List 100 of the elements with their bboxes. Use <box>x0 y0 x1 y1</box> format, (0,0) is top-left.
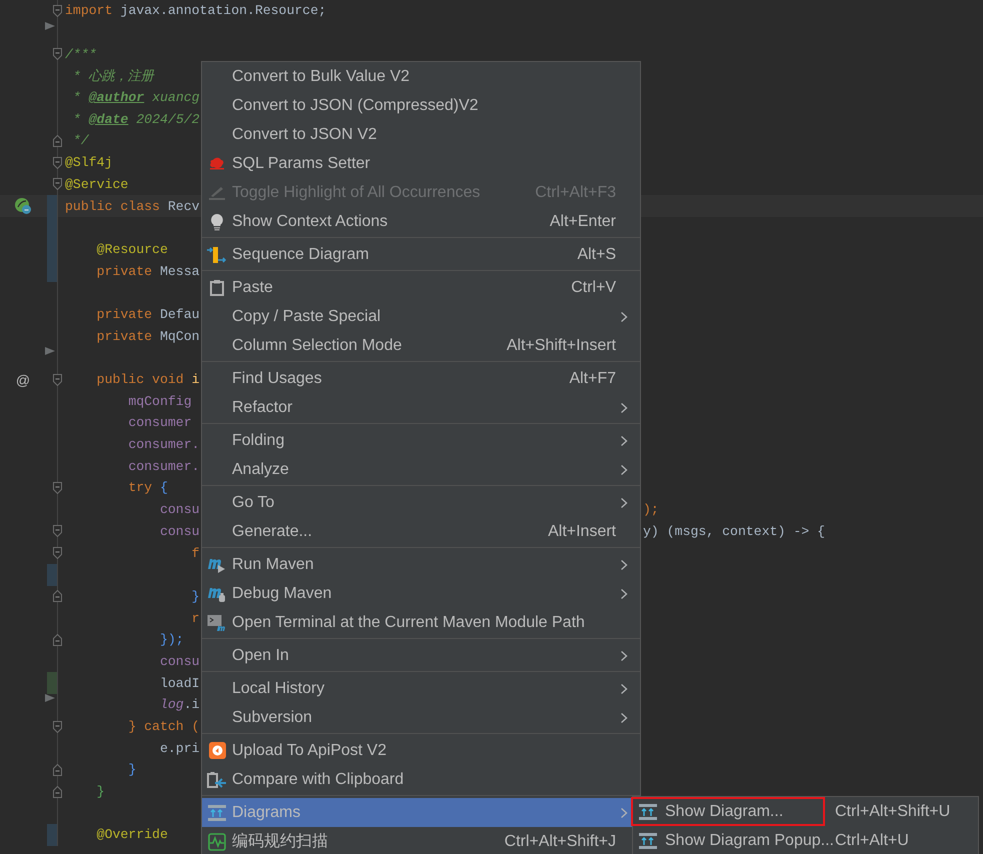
menu-item[interactable]: Upload To ApiPost V2 <box>202 736 640 765</box>
menu-item[interactable]: Debug Maven <box>202 579 640 608</box>
fold-icon[interactable] <box>53 4 62 17</box>
menu-item[interactable]: Convert to Bulk Value V2 <box>202 62 640 91</box>
triangle-icon[interactable] <box>45 692 55 703</box>
change-marker[interactable] <box>47 564 57 586</box>
change-marker[interactable] <box>47 195 57 217</box>
code-token: } catch ( <box>128 719 200 734</box>
code-token: private <box>96 264 154 279</box>
menu-item-label: Convert to JSON (Compressed)V2 <box>232 96 480 114</box>
menu-item[interactable]: Sequence Diagram Alt+S <box>202 240 640 269</box>
shortcut-label: Alt+S <box>577 246 616 264</box>
fold-icon[interactable] <box>53 525 62 538</box>
code-token: .i <box>184 697 200 712</box>
code-token: consumer. <box>128 437 200 452</box>
bean-icon[interactable] <box>14 197 32 216</box>
menu-item-label: Subversion <box>232 708 314 726</box>
menu-item-label: Generate... <box>232 522 314 540</box>
menu-item-label: Compare with Clipboard <box>232 770 405 788</box>
triangle-icon[interactable] <box>45 346 55 356</box>
code-token: * 心跳，注册 <box>72 68 154 85</box>
fold-icon[interactable] <box>53 547 62 560</box>
fold-icon[interactable] <box>53 590 62 602</box>
shortcut-label: Ctrl+V <box>571 278 616 296</box>
menu-item-label: Copy / Paste Special <box>232 308 382 326</box>
shortcut-label: Alt+F7 <box>569 370 616 388</box>
fold-icon[interactable] <box>53 634 62 646</box>
triangle-icon[interactable] <box>45 20 55 31</box>
menu-item[interactable]: Analyze <box>202 455 640 484</box>
code-token: try <box>128 480 154 496</box>
code-token: @author <box>88 90 144 106</box>
fold-icon[interactable] <box>53 48 62 60</box>
menu-item[interactable]: Convert to JSON (Compressed)V2 <box>202 91 640 120</box>
code-token: { <box>160 480 168 496</box>
menu-item-label: SQL Params Setter <box>232 154 372 172</box>
code-token: @date <box>88 112 128 127</box>
code-token: ); <box>643 502 659 518</box>
menu-item[interactable]: Open In <box>202 641 640 670</box>
fold-icon[interactable] <box>53 764 62 776</box>
menu-item-label: Run Maven <box>232 556 315 574</box>
shortcut-label: Ctrl+Alt+Shift+J <box>504 832 616 850</box>
code-token: Messa <box>160 264 200 279</box>
code-token: @Resource <box>96 242 168 257</box>
menu-item[interactable]: Refactor <box>202 393 640 422</box>
menu-item-label: Go To <box>232 494 276 512</box>
code-token: private <box>96 328 154 344</box>
code-token: * <box>72 90 82 106</box>
code-token: e.pri <box>160 740 200 756</box>
menu-item[interactable]: Run Maven <box>202 550 640 579</box>
menu-item-label: Upload To ApiPost V2 <box>232 742 388 760</box>
menu-item[interactable]: Find Usages Alt+F7 <box>202 364 640 393</box>
fold-icon[interactable] <box>53 156 62 169</box>
menu-item[interactable]: Open Terminal at the Current Maven Module Path <box>202 608 640 637</box>
menu-item[interactable]: Copy / Paste Special <box>202 302 640 331</box>
menu-item[interactable]: Local History <box>202 674 640 703</box>
code-token: i <box>192 372 200 388</box>
menu-item[interactable]: Column Selection Mode Alt+Shift+Insert <box>202 331 640 360</box>
code-token: }); <box>160 632 184 648</box>
fold-icon[interactable] <box>53 482 62 494</box>
menu-item-label: 编码规约扫描 <box>232 832 329 852</box>
fold-icon[interactable] <box>53 720 62 733</box>
menu-item[interactable]: SQL Params Setter <box>202 149 640 178</box>
menu-item[interactable]: Paste Ctrl+V <box>202 273 640 302</box>
menu-item[interactable]: Generate... Alt+Insert <box>202 517 640 546</box>
change-marker[interactable] <box>47 824 57 846</box>
fold-icon[interactable] <box>53 178 62 190</box>
fold-icon[interactable] <box>53 374 62 386</box>
menu-item[interactable]: Subversion <box>202 703 640 732</box>
code-token: } <box>96 784 105 800</box>
menu-item[interactable]: Folding <box>202 426 640 455</box>
change-marker[interactable] <box>47 672 57 694</box>
code-token: public void <box>96 372 185 388</box>
menu-item-label: Analyze <box>232 460 290 478</box>
code-token: javax.annotation.Resource; <box>120 3 326 18</box>
menu-item-label: Sequence Diagram <box>232 246 370 264</box>
menu-item-label: Show Context Actions <box>232 212 389 230</box>
code-token: * <box>72 112 82 127</box>
menu-item-label: Open Terminal at the Current Maven Module Path <box>232 614 586 632</box>
shortcut-label: Alt+Shift+Insert <box>506 336 616 354</box>
menu-item[interactable]: Compare with Clipboard <box>202 765 640 794</box>
code-token: @Service <box>65 176 128 192</box>
shortcut-label: Ctrl+Alt+U <box>835 832 910 850</box>
implements-marker[interactable]: @ <box>16 372 30 388</box>
code-token: /*** <box>65 46 97 62</box>
code-token: consu <box>160 654 200 669</box>
menu-item[interactable]: Go To <box>202 488 640 517</box>
fold-icon[interactable] <box>53 786 62 798</box>
change-marker[interactable] <box>47 260 57 282</box>
menu-item-label: Show Diagram... <box>665 802 784 820</box>
code-token: log <box>160 697 184 712</box>
menu-item[interactable]: Convert to JSON V2 <box>202 120 640 149</box>
code-token: MqCon <box>160 328 200 344</box>
code-token: consumer. <box>128 458 200 474</box>
shortcut-label: Alt+Enter <box>550 212 616 230</box>
fold-icon[interactable] <box>53 134 62 147</box>
shortcut-label: Alt+Insert <box>548 522 616 540</box>
menu-item[interactable]: Show Context Actions Alt+Enter <box>202 207 640 236</box>
code-token: consumer <box>128 415 192 430</box>
menu-item-label: Convert to JSON V2 <box>232 126 378 144</box>
menu-item-label: Local History <box>232 680 326 698</box>
